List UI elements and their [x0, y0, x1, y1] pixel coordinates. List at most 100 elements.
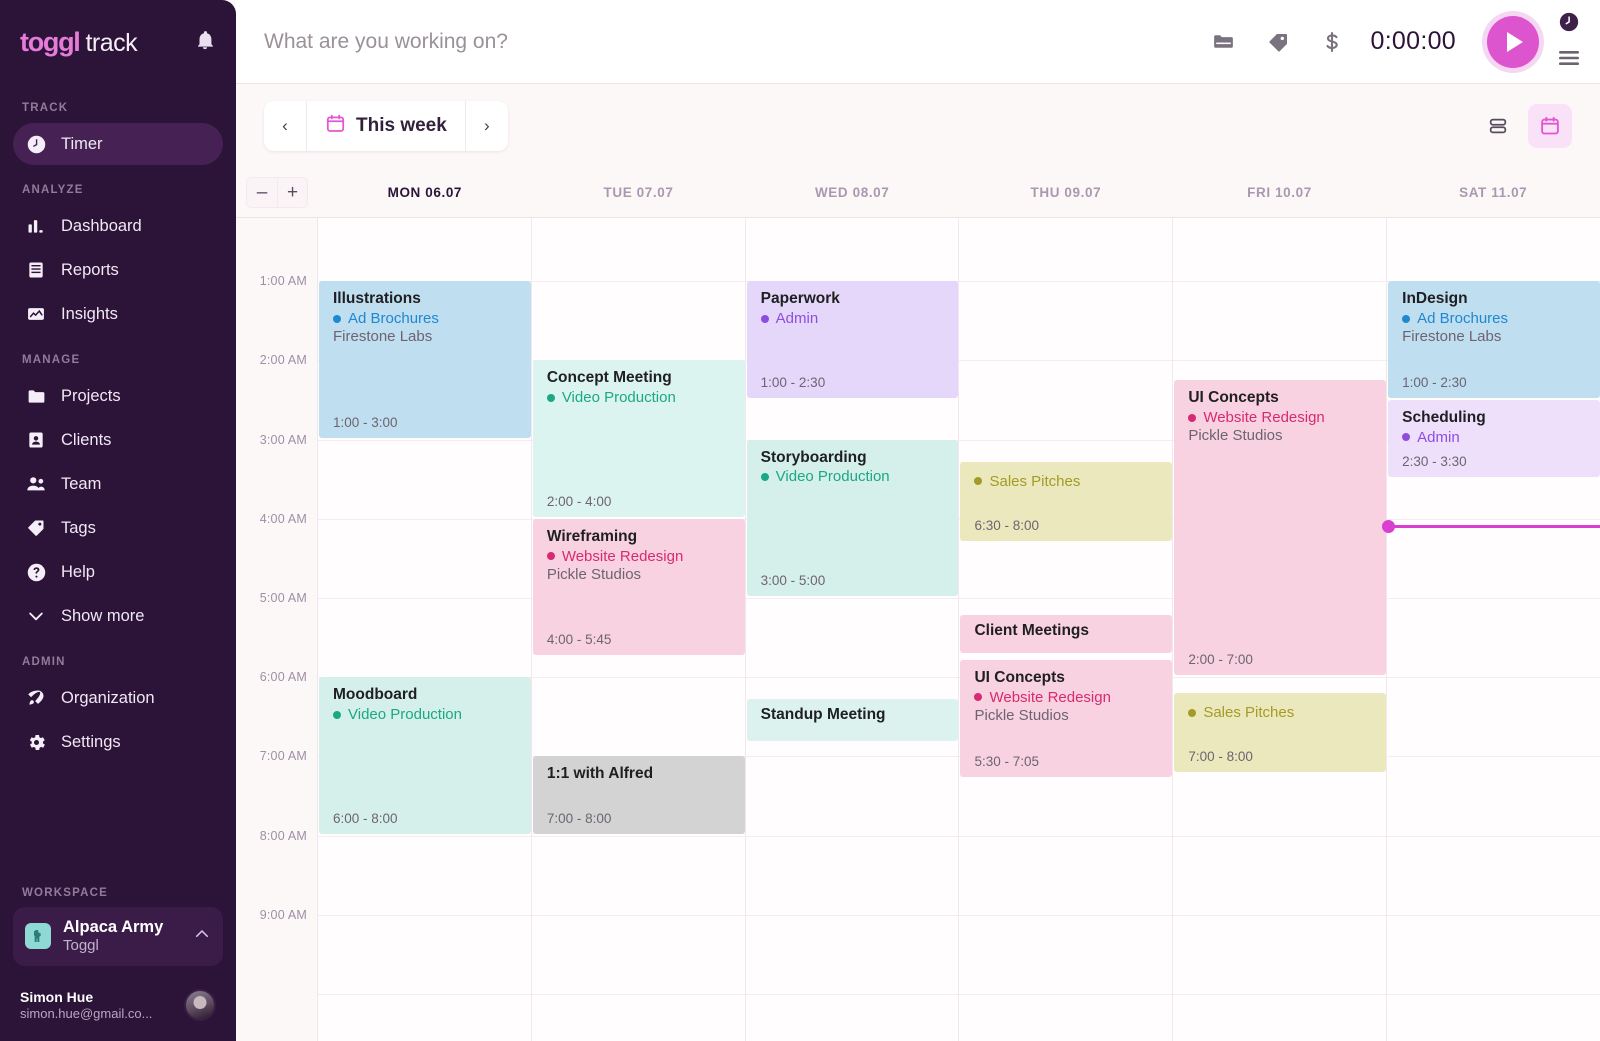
- event-project-label: Video Production: [561, 389, 676, 407]
- hour-gridline: [1387, 914, 1600, 916]
- calendar-event[interactable]: Wireframing Website Redesign Pickle Studio…: [532, 518, 745, 656]
- day-column-mon[interactable]: Illustrations Ad Brochures Firestone Labs 1…: [318, 218, 532, 1041]
- sidebar-item-show-more[interactable]: Show more: [13, 595, 223, 637]
- event-time-range: 1:00 - 3:00: [333, 414, 398, 430]
- sidebar-item-dashboard[interactable]: Dashboard: [13, 205, 223, 247]
- sidebar-item-timer[interactable]: Timer: [13, 123, 223, 165]
- event-title: Storyboarding: [760, 448, 867, 466]
- event-project: Video Production: [760, 468, 948, 485]
- start-timer-button[interactable]: [1482, 10, 1544, 73]
- event-time-range: 2:00 - 4:00: [546, 493, 612, 509]
- day-header-thu[interactable]: THU 09.07: [959, 168, 1173, 217]
- hour-gridline: [745, 994, 959, 995]
- hour-gridline: [745, 914, 959, 916]
- calendar-event[interactable]: Client Meetings: [960, 615, 1173, 654]
- bell-icon[interactable]: [194, 29, 216, 56]
- calendar-event[interactable]: Sales Pitches 7:00 - 8:00: [1174, 693, 1387, 772]
- event-project-label: Website Redesign: [989, 688, 1111, 706]
- dollar-icon[interactable]: [1320, 30, 1344, 54]
- sidebar-item-projects[interactable]: Projects: [13, 375, 223, 417]
- hour-gridline: [531, 914, 745, 916]
- hour-gridline: [745, 756, 959, 758]
- project-color-dot: [333, 710, 341, 719]
- next-week-button[interactable]: ›: [466, 101, 508, 151]
- day-columns[interactable]: Illustrations Ad Brochures Firestone Labs 1…: [318, 218, 1600, 1041]
- sidebar-item-organization[interactable]: Organization: [13, 677, 223, 719]
- project-color-dot: [974, 477, 983, 486]
- day-column-tue[interactable]: Concept Meeting Video Production 2:00 - 4:…: [531, 218, 746, 1041]
- folder-icon: [25, 385, 47, 407]
- calendar-event[interactable]: UI Concepts Website Redesign Pickle Studio…: [1174, 380, 1387, 676]
- calendar-event[interactable]: Moodboard Video Production 6:00 - 8:00: [319, 677, 531, 834]
- calendar-event[interactable]: UI Concepts Website Redesign Pickle Studio…: [960, 659, 1173, 777]
- event-project-label: Sales Pitches: [1203, 704, 1295, 722]
- workspace-avatar-icon: [25, 923, 51, 950]
- clock-icon[interactable]: [1558, 11, 1580, 38]
- event-time-range: 4:00 - 5:45: [546, 632, 612, 648]
- calendar-event[interactable]: InDesign Ad Brochures Firestone Labs 1:00 -…: [1388, 281, 1600, 398]
- prev-week-button[interactable]: ‹: [264, 101, 306, 151]
- play-icon: [1487, 15, 1539, 68]
- folder-icon[interactable]: [1211, 29, 1236, 54]
- calendar-event[interactable]: 1:1 with Alfred 7:00 - 8:00: [532, 756, 745, 834]
- hour-gridline: [959, 598, 1173, 599]
- event-title: 1:1 with Alfred: [546, 765, 654, 783]
- calendar-event[interactable]: Concept Meeting Video Production 2:00 - 4:…: [532, 360, 745, 517]
- sidebar-item-clients[interactable]: Clients: [13, 419, 223, 461]
- toggl-track-logo[interactable]: toggl track: [20, 27, 138, 58]
- event-client: Pickle Studios: [546, 565, 642, 583]
- sidebar-section-track: TRACK: [22, 102, 69, 114]
- sidebar-item-insights[interactable]: Insights: [13, 293, 223, 335]
- calendar-event[interactable]: Scheduling Admin 2:30 - 3:30: [1388, 400, 1600, 478]
- tag-icon[interactable]: [1266, 30, 1290, 54]
- calendar-event[interactable]: Illustrations Ad Brochures Firestone Labs 1…: [319, 281, 531, 438]
- date-range-picker[interactable]: This week: [306, 101, 466, 151]
- sidebar: toggl track TRACK Timer ANALYZE Dashboar…: [0, 0, 236, 1041]
- hour-gridline: [1387, 756, 1600, 758]
- hour-gridline: [745, 677, 959, 679]
- timer-description-input[interactable]: [264, 29, 1212, 54]
- event-project: Ad Brochures: [1402, 310, 1589, 327]
- day-header-mon[interactable]: MON 06.07: [318, 168, 532, 217]
- day-column-thu[interactable]: Sales Pitches 6:30 - 8:00 Client Meetings U…: [959, 218, 1174, 1041]
- project-color-dot: [333, 314, 341, 323]
- sidebar-item-label: Show more: [61, 606, 145, 625]
- calendar-event[interactable]: Standup Meeting: [746, 699, 959, 741]
- time-label: 9:00 AM: [259, 907, 307, 922]
- list-view-icon[interactable]: [1476, 104, 1520, 148]
- user-profile[interactable]: Simon Hue simon.hue@gmail.co...: [0, 976, 236, 1041]
- sidebar-item-team[interactable]: Team: [13, 463, 223, 505]
- avatar[interactable]: [184, 989, 216, 1022]
- timer-display: 0:00:00: [1370, 27, 1456, 55]
- date-range-nav: ‹ This week ›: [264, 101, 508, 151]
- hamburger-menu-icon[interactable]: [1557, 48, 1581, 73]
- calendar-view-icon[interactable]: [1528, 104, 1572, 148]
- day-column-sat[interactable]: InDesign Ad Brochures Firestone Labs 1:00 -…: [1382, 218, 1600, 1041]
- workspace-switcher[interactable]: Alpaca Army Toggl: [13, 906, 223, 966]
- sidebar-item-tags[interactable]: Tags: [13, 507, 223, 549]
- sidebar-item-help[interactable]: Help: [13, 551, 223, 593]
- day-header-sat[interactable]: SAT 11.07: [1386, 168, 1600, 217]
- hour-gridline: [318, 518, 531, 520]
- sidebar-item-reports[interactable]: Reports: [13, 249, 223, 291]
- calendar-event[interactable]: Storyboarding Video Production 3:00 - 5:00: [746, 439, 959, 596]
- hour-gridline: [531, 994, 745, 995]
- hour-gridline: [1387, 677, 1600, 679]
- day-header-tue[interactable]: TUE 07.07: [532, 168, 746, 217]
- zoom-in-button[interactable]: +: [277, 177, 308, 208]
- day-header-wed[interactable]: WED 08.07: [745, 168, 959, 217]
- sidebar-item-settings[interactable]: Settings: [13, 721, 223, 763]
- zoom-out-button[interactable]: –: [246, 177, 277, 208]
- calendar-grid[interactable]: 1:00 AM 2:00 AM 3:00 AM 4:00 AM 5:00 AM 6:00 …: [236, 218, 1600, 1041]
- event-project: Website Redesign: [1188, 409, 1375, 426]
- event-title: Paperwork: [760, 290, 840, 308]
- sidebar-item-label: Clients: [61, 430, 112, 449]
- calendar-day-headers: – + MON 06.07 TUE 07.07 WED 08.07 THU 09…: [236, 168, 1600, 218]
- calendar-event[interactable]: Sales Pitches 6:30 - 8:00: [960, 461, 1173, 541]
- day-column-fri[interactable]: UI Concepts Website Redesign Pickle Studio…: [1173, 218, 1388, 1041]
- day-header-fri[interactable]: FRI 10.07: [1173, 168, 1387, 217]
- day-column-wed[interactable]: Paperwork Admin 1:00 - 2:30 Storyboarding Vi…: [745, 218, 960, 1041]
- event-project: Sales Pitches: [974, 473, 1161, 490]
- calendar-event[interactable]: Paperwork Admin 1:00 - 2:30: [746, 281, 959, 398]
- chevron-up-icon[interactable]: [193, 925, 211, 948]
